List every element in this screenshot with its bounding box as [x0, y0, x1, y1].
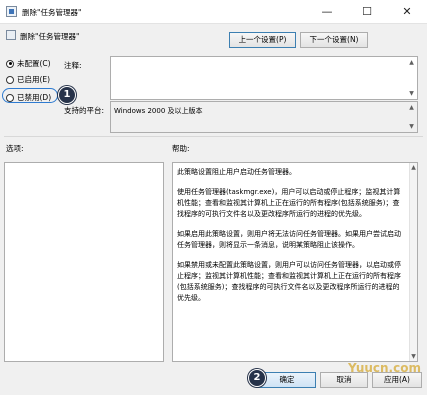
supported-on-value: Windows 2000 及以上版本 — [114, 107, 203, 115]
scroll-up-icon[interactable]: ▲ — [407, 103, 416, 112]
help-panel: 此策略设置阻止用户启动任务管理器。 使用任务管理器(taskmgr.exe)，用… — [172, 162, 418, 362]
help-paragraph: 如果启用此策略设置，则用户将无法访问任务管理器。如果用户尝试启动任务管理器，则将… — [177, 230, 401, 249]
scroll-up-icon[interactable]: ▲ — [409, 163, 418, 172]
help-paragraph: 使用任务管理器(taskmgr.exe)，用户可以启动或停止程序；监视其计算机性… — [177, 188, 401, 218]
policy-icon — [6, 6, 17, 17]
previous-setting-button[interactable]: 上一个设置(P) — [229, 32, 296, 48]
divider — [4, 136, 423, 137]
step-2-badge: 2 — [248, 369, 266, 387]
radio-label: 未配置(C) — [17, 59, 51, 68]
watermark-logo: Yuucn.com — [348, 361, 421, 375]
scroll-down-icon[interactable]: ▼ — [409, 352, 418, 361]
comment-textarea[interactable]: ▲ ▼ — [110, 56, 418, 100]
supported-on-label: 支持的平台: — [64, 106, 105, 115]
scroll-down-icon[interactable]: ▼ — [407, 89, 416, 98]
comment-label: 注释: — [64, 61, 82, 70]
policy-setting-icon — [6, 30, 16, 40]
scroll-down-icon[interactable]: ▼ — [407, 122, 416, 131]
help-paragraph: 如果禁用或未配置此策略设置，则用户可以访问任务管理器，以启动或停止程序；监视其计… — [177, 261, 401, 302]
help-scrollbar[interactable]: ▲ ▼ — [409, 163, 417, 361]
policy-name: 删除"任务管理器" — [20, 32, 80, 41]
ok-button[interactable]: 确定 — [258, 372, 316, 388]
close-button[interactable]: ✕ — [387, 0, 427, 24]
options-panel — [4, 162, 164, 362]
radio-label: 已启用(E) — [17, 75, 51, 84]
annotation-highlight-ring — [2, 88, 58, 103]
scroll-up-icon[interactable]: ▲ — [407, 58, 416, 67]
minimize-button[interactable]: — — [307, 0, 347, 24]
help-label: 帮助: — [172, 144, 190, 153]
next-setting-button[interactable]: 下一个设置(N) — [300, 32, 368, 48]
step-1-badge: 1 — [58, 86, 76, 104]
radio-enabled[interactable]: 已启用(E) — [6, 74, 50, 85]
radio-circle-checked[interactable] — [6, 59, 14, 68]
radio-not-configured[interactable]: 未配置(C) — [6, 58, 51, 69]
radio-circle[interactable] — [6, 75, 14, 84]
help-paragraph: 此策略设置阻止用户启动任务管理器。 — [177, 168, 296, 176]
maximize-button[interactable]: ☐ — [347, 0, 387, 24]
window-title: 删除"任务管理器" — [22, 8, 82, 17]
options-label: 选项: — [6, 144, 24, 153]
